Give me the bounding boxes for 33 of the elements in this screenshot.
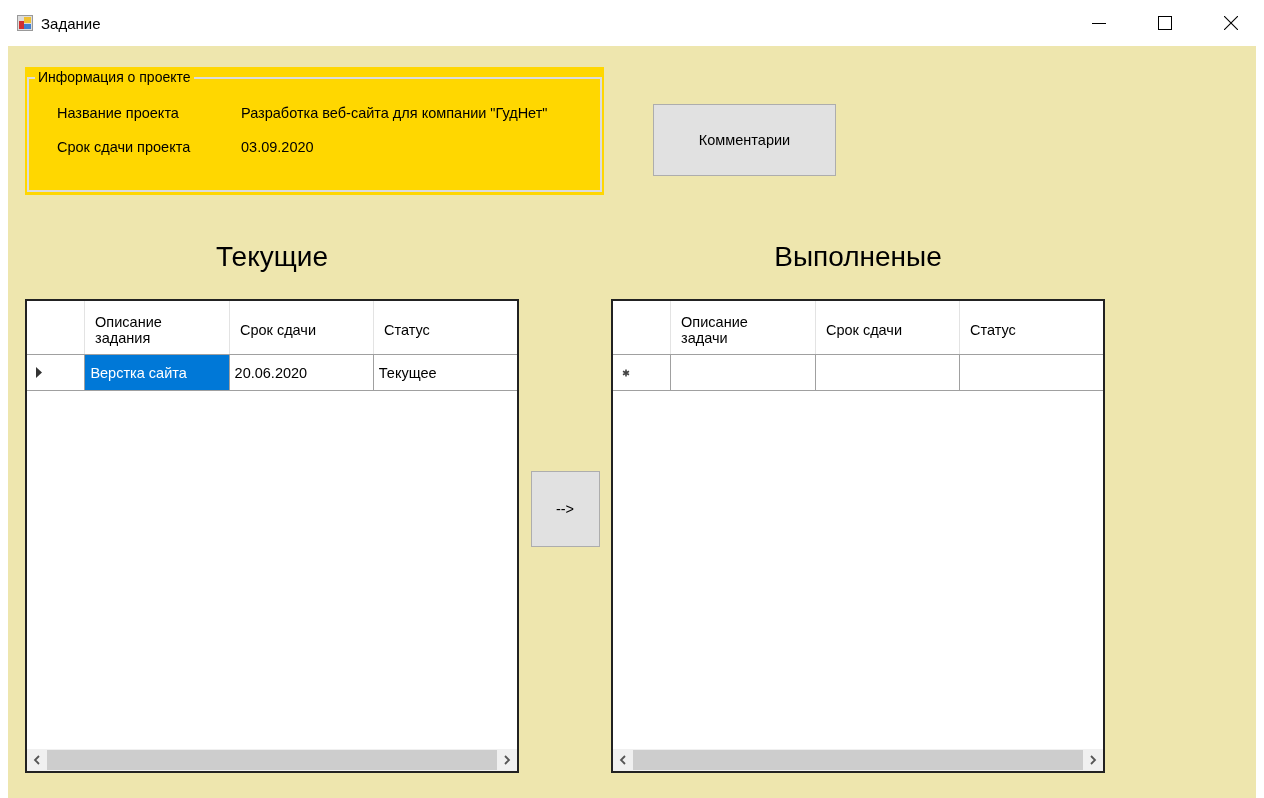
field-label: Название проекта [57,105,180,121]
scroll-left-icon[interactable] [619,755,627,765]
maximize-icon [1158,16,1172,30]
horizontal-scrollbar[interactable] [27,749,517,771]
table-cell[interactable]: 20.06.2020 [228,355,373,390]
field-label: Срок сдачи проекта [57,139,192,155]
column-header[interactable]: Описание задания [84,301,229,354]
scrollbar-thumb[interactable] [633,750,1083,770]
column-header[interactable]: Срок сдачи [814,301,959,354]
table-cell[interactable]: Текущее [372,355,517,390]
group-legend: Информация о проекте [35,69,194,85]
column-header[interactable]: Описание задачи [670,301,815,354]
column-header[interactable]: Срок сдачи [228,301,373,354]
minimize-icon [1092,22,1106,24]
scroll-right-icon[interactable] [503,755,511,765]
field-value: Разработка веб-сайта для компании "ГудНет" [241,105,548,121]
table-cell[interactable]: Верстка сайта [84,355,229,390]
new-row-icon [622,368,630,377]
scrollbar-thumb[interactable] [47,750,497,770]
grid-heading: Текущие [215,240,329,274]
horizontal-scrollbar[interactable] [613,749,1103,771]
column-header[interactable]: Статус [958,301,1103,354]
window-title: Задание [41,14,101,32]
current-row-icon [36,367,42,378]
grid-heading: Выполненые [773,240,943,274]
field-value: 03.09.2020 [241,139,314,155]
scroll-right-icon[interactable] [1089,755,1097,765]
scroll-left-icon[interactable] [33,755,41,765]
comments-button[interactable]: Комментарии [653,104,836,176]
column-header[interactable]: Статус [372,301,517,354]
close-icon [1224,16,1238,30]
move-button[interactable]: --> [530,470,600,547]
app-icon [17,15,33,31]
